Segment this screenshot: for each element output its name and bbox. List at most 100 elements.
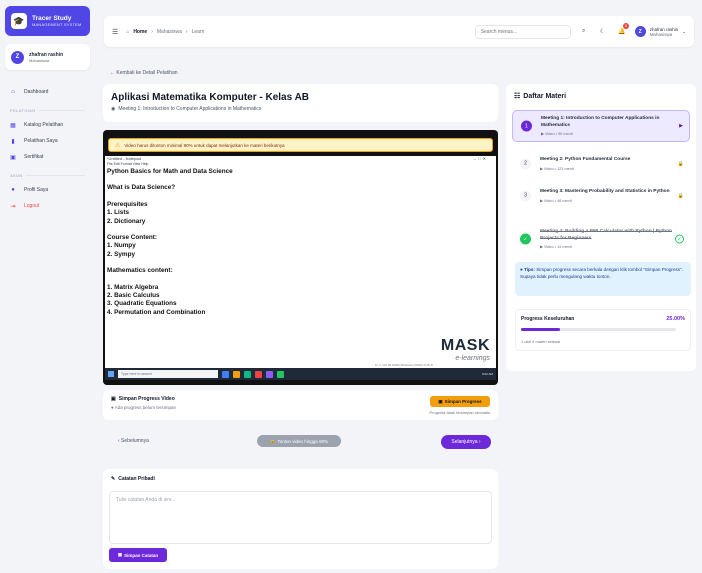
- notepad-gap: [107, 276, 494, 284]
- save-progress-title-text: Simpan Progress Video: [118, 396, 175, 402]
- user-name: zhafran rashin: [29, 51, 64, 58]
- back-link[interactable]: ← Kembali ke Detail Pelatihan: [110, 70, 178, 76]
- graduation-cap-icon: 🎓: [11, 13, 27, 29]
- notepad-line: What is Data Science?: [107, 184, 176, 192]
- lesson-title: Meeting 1: Introduction to Computer Appl…: [541, 116, 660, 128]
- lesson-meta: ▶ Video • 48 menit: [540, 198, 685, 203]
- notepad-line: Python Basics for Math and Data Science: [107, 168, 233, 175]
- lesson-meta-text: Video • 48 menit: [543, 198, 572, 203]
- lesson-item[interactable]: 3 Meeting 3: Mastering Probability and S…: [512, 184, 690, 208]
- notes-title: ✎ Catatan Pribadi: [111, 476, 490, 482]
- notepad-line: Prerequisites: [107, 200, 148, 208]
- brand[interactable]: 🎓 Tracer Study MANAGEMENT SYSTEM: [5, 6, 90, 36]
- watermark-title: MASK: [440, 337, 490, 354]
- pencil-icon: ✎: [111, 476, 116, 482]
- lesson-number: 3: [520, 190, 531, 202]
- progress-bar: [521, 328, 676, 331]
- windows-start-icon: [108, 371, 114, 377]
- notes-textarea[interactable]: [109, 491, 492, 544]
- notepad-line: 3. Quadratic Equations: [107, 300, 177, 308]
- notepad-gap: [107, 226, 494, 234]
- save-progress-button[interactable]: ▣ Simpan Progress: [430, 396, 490, 407]
- lesson-item[interactable]: 1 Meeting 1: Introduction to Computer Ap…: [512, 110, 690, 143]
- lesson-title: Meeting 2: Python Fundamental Course: [540, 157, 631, 162]
- menu-icon[interactable]: ☰: [112, 28, 118, 36]
- tips-label: Tips:: [524, 267, 535, 272]
- video-icon: ▶: [540, 245, 543, 250]
- tips-box: ● Tips: Simpan progress secara berkala d…: [515, 262, 691, 296]
- sidebar-item-dashboard[interactable]: ⌂ Dashboard: [5, 84, 90, 100]
- header-user-role: Mahasiswa: [649, 31, 673, 37]
- sidebar-item-label: Dashboard: [24, 89, 49, 95]
- brand-subtitle: MANAGEMENT SYSTEM: [32, 22, 82, 28]
- sidebar-item-pelatihan-saya[interactable]: ▮ Pelatihan Saya: [5, 133, 90, 149]
- lesson-item[interactable]: ✓ Meeting 4: Building a BMI Calculator w…: [512, 224, 690, 254]
- notepad-line: 1. Matrix Algebra: [107, 283, 159, 291]
- chevron-right-icon: ›: [185, 28, 188, 35]
- header-actions: ⌕ ☾ 🔔3 Z zhafran rashin Mahasiswa ⌄: [474, 22, 686, 39]
- list-icon: ☷: [514, 93, 521, 100]
- previous-button[interactable]: ‹ Sebelumnya: [118, 438, 149, 444]
- taskbar-clock: 9:02 AM: [481, 372, 493, 376]
- certificate-icon: ▣: [10, 154, 16, 161]
- taskbar-app-icon: [244, 370, 251, 378]
- save-notes-label: Simpan Catatan: [124, 552, 159, 558]
- warning-icon: ⚠: [115, 142, 121, 149]
- materials-panel: ☷ Daftar Materi 1 Meeting 1: Introductio…: [506, 84, 696, 371]
- notepad-gap: [107, 259, 494, 267]
- save-icon: ▣: [111, 396, 116, 402]
- breadcrumb-home[interactable]: Home: [133, 29, 147, 35]
- progress-value: 25.00%: [666, 316, 685, 322]
- moon-icon[interactable]: ☾: [597, 26, 609, 38]
- notes-title-text: Catatan Pribadi: [118, 476, 155, 482]
- lesson-title: Meeting 3: Mastering Probability and Sta…: [540, 189, 670, 194]
- sidebar-item-label: Katalog Pelatihan: [24, 122, 64, 128]
- personal-notes-card: ✎ Catatan Pribadi ▣ Simpan Catatan: [103, 469, 498, 569]
- save-notes-button[interactable]: ▣ Simpan Catatan: [109, 548, 167, 562]
- chevron-right-icon: ›: [151, 28, 153, 35]
- header-user-menu[interactable]: Z zhafran rashin Mahasiswa ⌄: [634, 26, 686, 37]
- sidebar-nav: ⌂ Dashboard PELATIHAN ▦ Katalog Pelatiha…: [5, 84, 90, 214]
- materials-title-text: Daftar Materi: [523, 92, 567, 100]
- lesson-meta: ▶ Video • 123 menit: [540, 166, 685, 171]
- top-header: ☰ ⌂ Home › Mahasiswa › Learn ⌕ ☾ 🔔3 Z zh…: [104, 16, 694, 47]
- search-input[interactable]: [474, 24, 571, 39]
- catalog-icon: ▦: [10, 122, 16, 129]
- watch-requirement-button: 🔒 Tonton video hingga 90%: [257, 435, 341, 447]
- notepad-line: Mathematics content:: [107, 267, 173, 275]
- breadcrumb-learn: Learn: [191, 28, 205, 35]
- sidebar-item-profil[interactable]: ● Profil Saya: [5, 182, 90, 198]
- play-circle-icon: ◉: [111, 106, 116, 112]
- window-controls-icon: – □ ✕: [473, 156, 486, 161]
- taskbar-app-icon: [222, 370, 229, 378]
- notepad-gap: [107, 193, 494, 201]
- sidebar-item-label: Pelatihan Saya: [24, 138, 58, 144]
- chevron-down-icon: ⌄: [682, 28, 686, 34]
- sidebar-item-label: Profil Saya: [24, 187, 49, 193]
- next-button[interactable]: Selanjutnya ›: [441, 435, 491, 449]
- lesson-item[interactable]: 2 Meeting 2: Python Fundamental Course ▶…: [512, 152, 690, 176]
- mask-watermark: MASK e-learnings: [441, 337, 490, 362]
- windows-taskbar: Type here to search 9:02 AM: [105, 368, 496, 380]
- book-icon: ▮: [11, 138, 15, 145]
- sidebar-item-label: Logout: [24, 203, 40, 209]
- sidebar-item-sertifikat[interactable]: ▣ Sertifikat: [5, 149, 90, 165]
- breadcrumb-mahasiswa[interactable]: Mahasiswa: [157, 29, 182, 35]
- lesson-meta-text: Video • 123 menit: [543, 166, 574, 171]
- meeting-subtitle: ◉ Meeting 1: Introduction to Computer Ap…: [111, 106, 490, 112]
- sidebar-item-logout[interactable]: ⇥ Logout: [5, 198, 90, 214]
- video-player[interactable]: ⚠ Video harus ditonton minimal 90% untuk…: [103, 130, 498, 385]
- lesson-meta-text: Video • 90 menit: [544, 132, 573, 137]
- lesson-meta-text: Video • 14 menit: [543, 245, 572, 250]
- notepad-text: Python Basics for Math and Data Science …: [105, 167, 496, 318]
- save-progress-button-label: Simpan Progress: [444, 399, 482, 404]
- lesson-meta: ▶ Video • 90 menit: [541, 131, 684, 136]
- bell-icon[interactable]: 🔔 3: [616, 22, 629, 38]
- user-card[interactable]: Z zhafran rashin Mahasiswa: [5, 44, 90, 70]
- lock-icon: 🔒: [677, 160, 684, 167]
- search-icon[interactable]: ⌕: [578, 26, 590, 38]
- page-title: Aplikasi Matematika Komputer - Kelas AB: [111, 92, 310, 103]
- materials-title: ☷ Daftar Materi: [514, 92, 690, 101]
- save-progress-status-text: Ada progress belum tersimpan: [114, 405, 177, 410]
- sidebar-item-katalog[interactable]: ▦ Katalog Pelatihan: [5, 117, 90, 133]
